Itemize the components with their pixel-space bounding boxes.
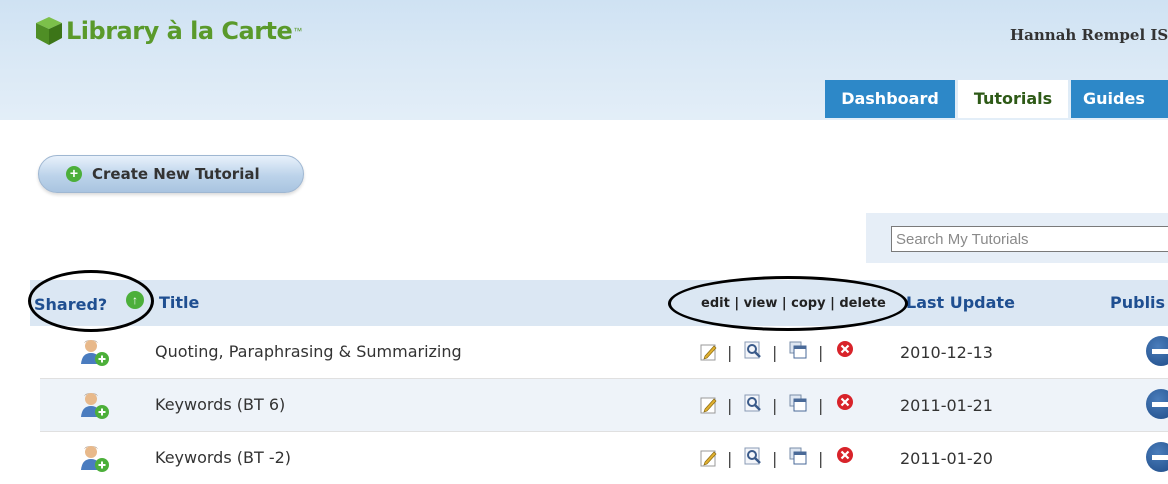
logo-trademark: ™: [293, 26, 303, 36]
action-separator: |: [818, 343, 824, 362]
action-separator: |: [818, 396, 824, 415]
delete-icon[interactable]: [836, 446, 854, 464]
tab-guides[interactable]: Guides: [1071, 80, 1168, 118]
tab-dashboard[interactable]: Dashboard: [825, 80, 955, 118]
tab-tutorials[interactable]: Tutorials: [958, 80, 1068, 118]
column-header-actions: edit | view | copy | delete: [701, 296, 886, 311]
app-logo[interactable]: Library à la Carte ™: [32, 14, 302, 48]
publish-toggle-icon[interactable]: [1146, 336, 1168, 366]
row-title[interactable]: Keywords (BT -2): [155, 448, 291, 467]
copy-icon[interactable]: [789, 341, 807, 359]
cube-logo-icon: [36, 17, 62, 45]
row-last-update: 2011-01-20: [900, 449, 993, 468]
action-separator: |: [772, 449, 778, 468]
publish-toggle-icon[interactable]: [1146, 389, 1168, 419]
sort-up-icon[interactable]: ↑: [126, 291, 144, 309]
column-header-title[interactable]: Title: [159, 293, 199, 312]
edit-icon[interactable]: [700, 396, 718, 414]
action-separator: |: [727, 449, 733, 468]
delete-icon[interactable]: [836, 393, 854, 411]
row-title[interactable]: Quoting, Paraphrasing & Summarizing: [155, 342, 462, 361]
create-button-label: Create New Tutorial: [92, 165, 260, 183]
action-separator: |: [818, 449, 824, 468]
user-name[interactable]: Hannah Rempel IS: [1010, 26, 1168, 44]
action-separator: |: [727, 343, 733, 362]
view-icon[interactable]: [744, 341, 762, 359]
shared-user-add-icon[interactable]: [80, 337, 110, 367]
action-separator: |: [772, 343, 778, 362]
column-header-last-update[interactable]: Last Update: [906, 293, 1015, 312]
copy-icon[interactable]: [789, 447, 807, 465]
publish-toggle-icon[interactable]: [1146, 442, 1168, 472]
action-separator: |: [727, 396, 733, 415]
logo-text: Library à la Carte: [66, 17, 293, 45]
column-header-shared[interactable]: Shared?: [34, 295, 107, 314]
edit-icon[interactable]: [700, 343, 718, 361]
shared-user-add-icon[interactable]: [80, 443, 110, 473]
delete-icon[interactable]: [836, 340, 854, 358]
column-header-publish[interactable]: Publis: [1110, 293, 1165, 312]
create-new-tutorial-button[interactable]: + Create New Tutorial: [38, 155, 304, 193]
edit-icon[interactable]: [700, 449, 718, 467]
action-separator: |: [772, 396, 778, 415]
row-title[interactable]: Keywords (BT 6): [155, 395, 285, 414]
view-icon[interactable]: [744, 394, 762, 412]
row-last-update: 2011-01-21: [900, 396, 993, 415]
copy-icon[interactable]: [789, 394, 807, 412]
search-input[interactable]: [891, 226, 1168, 252]
view-icon[interactable]: [744, 447, 762, 465]
shared-user-add-icon[interactable]: [80, 390, 110, 420]
row-last-update: 2010-12-13: [900, 343, 993, 362]
add-circle-icon: +: [66, 166, 82, 182]
